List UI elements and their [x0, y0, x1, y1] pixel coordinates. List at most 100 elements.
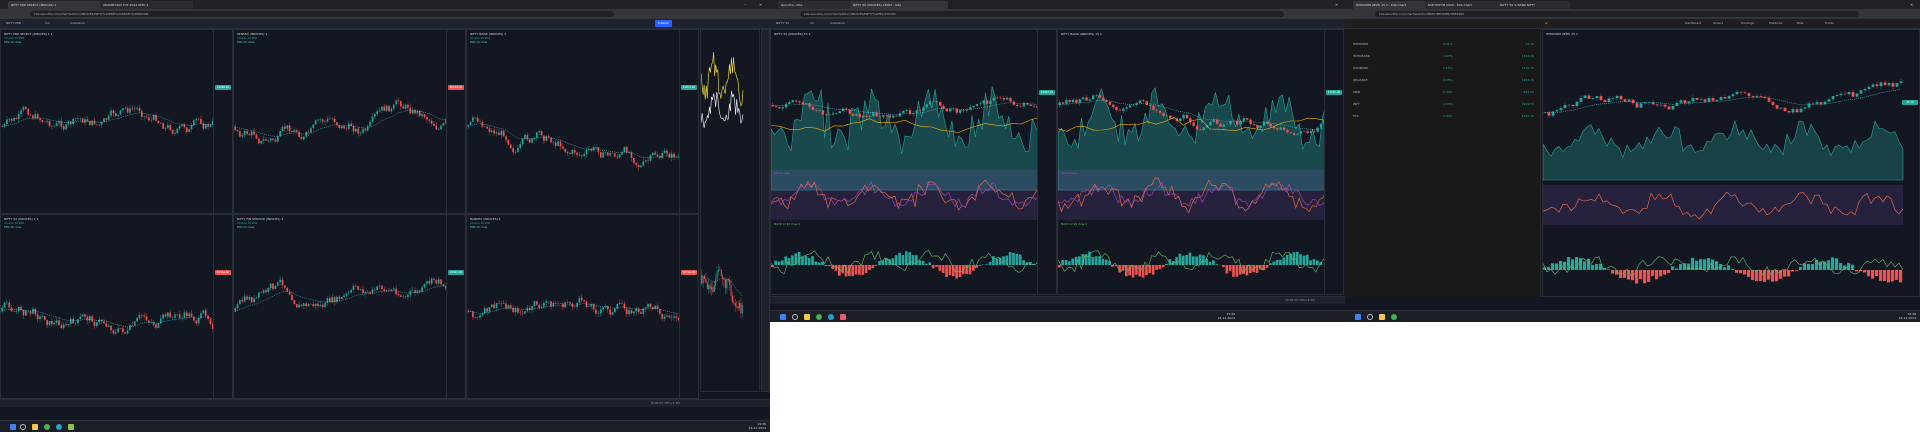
candle — [1246, 118, 1249, 120]
candle — [39, 118, 41, 121]
candle — [324, 121, 326, 122]
file-explorer-icon[interactable] — [804, 314, 810, 320]
chart-pane[interactable]: NIFTY 50 (INDICES) 1 1 Volume 20 SMA EMA 2… — [0, 214, 233, 399]
browser-tab[interactable]: HPPOWER (BSE) 15.7 - Kite Chart — [1353, 1, 1426, 9]
chrome-icon[interactable] — [44, 424, 50, 430]
macd-bar — [817, 262, 821, 265]
candle — [400, 295, 402, 297]
candle — [402, 296, 405, 297]
address-input[interactable]: kite.zerodha.com/chart/ext/tvc/INDICES/N… — [30, 11, 614, 17]
chart-pane[interactable]: NIFTY FIN SERVICE (INDICES) 1 Volume 20 S… — [233, 214, 466, 399]
candle — [609, 309, 612, 315]
candle — [8, 302, 11, 308]
search-icon[interactable] — [792, 314, 798, 320]
chart-pane[interactable]: NIFTY MID SELECT (INDICES) 1 1 Volume 20 … — [0, 29, 233, 214]
nav-item-orders[interactable]: Orders — [1713, 20, 1723, 27]
watchlist-item[interactable]: ICICIBANK 1.15% 1276.75 — [1353, 65, 1534, 72]
chart-pane[interactable]: NIFTY BANK (INDICES) 15 1 RSI 14 close MAC… — [1057, 29, 1344, 295]
browser-tab[interactable]: NIFTY 50 & BANK NIFTY — [1497, 1, 1570, 9]
close-icon[interactable]: × — [757, 1, 764, 8]
nav-item-dashboard[interactable]: Dashboard — [1685, 20, 1701, 27]
edge-icon[interactable] — [56, 424, 62, 430]
file-explorer-icon[interactable] — [1379, 314, 1385, 320]
browser-titlebar: Zerodha - Kite NIFTY 50 (INDICES) 15000 … — [770, 0, 1345, 9]
macd-bar — [1899, 270, 1903, 283]
candle — [155, 324, 157, 328]
candle — [647, 303, 649, 308]
windows-start-icon[interactable] — [10, 424, 16, 430]
edge-icon[interactable] — [828, 314, 834, 320]
candle — [502, 130, 505, 137]
publish-button[interactable]: Publish — [655, 20, 672, 27]
windows-start-icon[interactable] — [780, 314, 786, 320]
indicators-button[interactable]: Indicators — [830, 20, 845, 27]
candle — [1128, 105, 1132, 108]
candle — [614, 153, 616, 157]
candle — [741, 304, 743, 314]
search-icon[interactable] — [20, 424, 26, 430]
candle — [239, 300, 241, 305]
candle — [666, 150, 668, 154]
candle — [336, 296, 338, 303]
candle — [117, 114, 119, 116]
watchlist-item[interactable]: RELIANCE 0.95% 1263.15 — [1353, 77, 1534, 84]
watchlist-item[interactable]: SBIN 2.40% 834.05 — [1353, 89, 1534, 96]
side-chart[interactable] — [700, 29, 760, 392]
indicators-button[interactable]: Indicators — [70, 20, 85, 27]
browser-tab[interactable]: NIFTY 50 (INDICES) 15000 - Kite — [850, 1, 948, 9]
minimize-icon[interactable]: – — [742, 1, 749, 8]
watchlist-item[interactable]: HPPOWER 2.01% 15.70 — [1353, 41, 1534, 48]
candle — [428, 119, 431, 121]
candle — [962, 110, 965, 111]
address-input[interactable]: kite.zerodha.com/chart/ext/tvc/INDICES/N… — [800, 11, 1284, 17]
file-explorer-icon[interactable] — [32, 424, 38, 430]
browser-tab[interactable]: NIFTY MID SELECT (MIDCAP) 1 — [8, 1, 101, 9]
nav-item-positions[interactable]: Positions — [1769, 20, 1782, 27]
chrome-icon[interactable] — [1391, 314, 1397, 320]
symbol-search[interactable]: NIFTY 50 — [776, 20, 789, 27]
browser-tab[interactable]: BSE/HDFCB 0000 - Kite Chart — [1425, 1, 1498, 9]
chrome-icon[interactable] — [816, 314, 822, 320]
candle — [1185, 114, 1189, 119]
interval-select[interactable]: 15 — [810, 20, 814, 27]
chart-toolbar: NIFTY 50 15 Indicators — [770, 19, 1345, 29]
chart-pane[interactable]: BANKEX (INDICES) 1 Volume 20 SMA EMA 20 cl… — [466, 214, 699, 399]
main-chart[interactable]: HPPOWER (BSE) 15 1 15.70 — [1542, 29, 1920, 297]
ema-line — [235, 110, 446, 137]
watchlist-item[interactable]: INFY 1.53% 1929.55 — [1353, 101, 1534, 108]
nav-item-holdings[interactable]: Holdings — [1741, 20, 1754, 27]
candle — [404, 104, 407, 109]
candle — [1731, 94, 1735, 97]
address-input[interactable]: kite.zerodha.com/chart/web/tvc/BSE/HPPOW… — [1375, 11, 1859, 17]
candle — [1623, 99, 1627, 102]
candle — [858, 113, 861, 118]
candle — [1078, 99, 1081, 103]
chart-pane[interactable]: NIFTY BANK (INDICES) 1 Volume 20 SMA EMA 2… — [466, 29, 699, 214]
browser-tab[interactable]: Zerodha - Kite — [778, 1, 851, 9]
search-icon[interactable] — [1367, 314, 1373, 320]
close-icon[interactable]: × — [1333, 1, 1340, 8]
candle — [841, 108, 845, 112]
browser-tab[interactable]: ADANIE NOV FUT 2024 INTO 2 — [100, 1, 193, 9]
candle — [564, 148, 567, 152]
candle — [265, 139, 267, 141]
windows-start-icon[interactable] — [1355, 314, 1361, 320]
candle — [269, 283, 272, 288]
watchlist-item[interactable]: TCS 1.04% 4295.30 — [1353, 113, 1534, 120]
app-icon[interactable] — [68, 424, 74, 430]
candle — [985, 100, 989, 104]
chart-pane[interactable]: SENSEX (INDICES) 1 Volume 20 SMA EMA 20 cl… — [233, 29, 466, 214]
candle — [1016, 104, 1019, 106]
close-icon[interactable]: × — [1908, 1, 1915, 8]
interval-select[interactable]: 1m — [45, 20, 50, 27]
chart-pane[interactable]: NIFTY 50 (INDICES) 15 1 RSI 14 close MACD … — [770, 29, 1057, 295]
last-price-tag: 23907.25 — [1039, 90, 1055, 95]
candle — [392, 104, 395, 109]
symbol-search[interactable]: NIFTY MID — [6, 20, 21, 27]
app-icon[interactable] — [840, 314, 846, 320]
macd-bar — [1135, 265, 1138, 275]
nav-item-funds[interactable]: Funds — [1825, 20, 1834, 27]
nav-item-bids[interactable]: Bids — [1797, 20, 1803, 27]
watchlist-item[interactable]: HDFCBANK 1.67% 1744.20 — [1353, 53, 1534, 60]
candle — [623, 147, 626, 153]
